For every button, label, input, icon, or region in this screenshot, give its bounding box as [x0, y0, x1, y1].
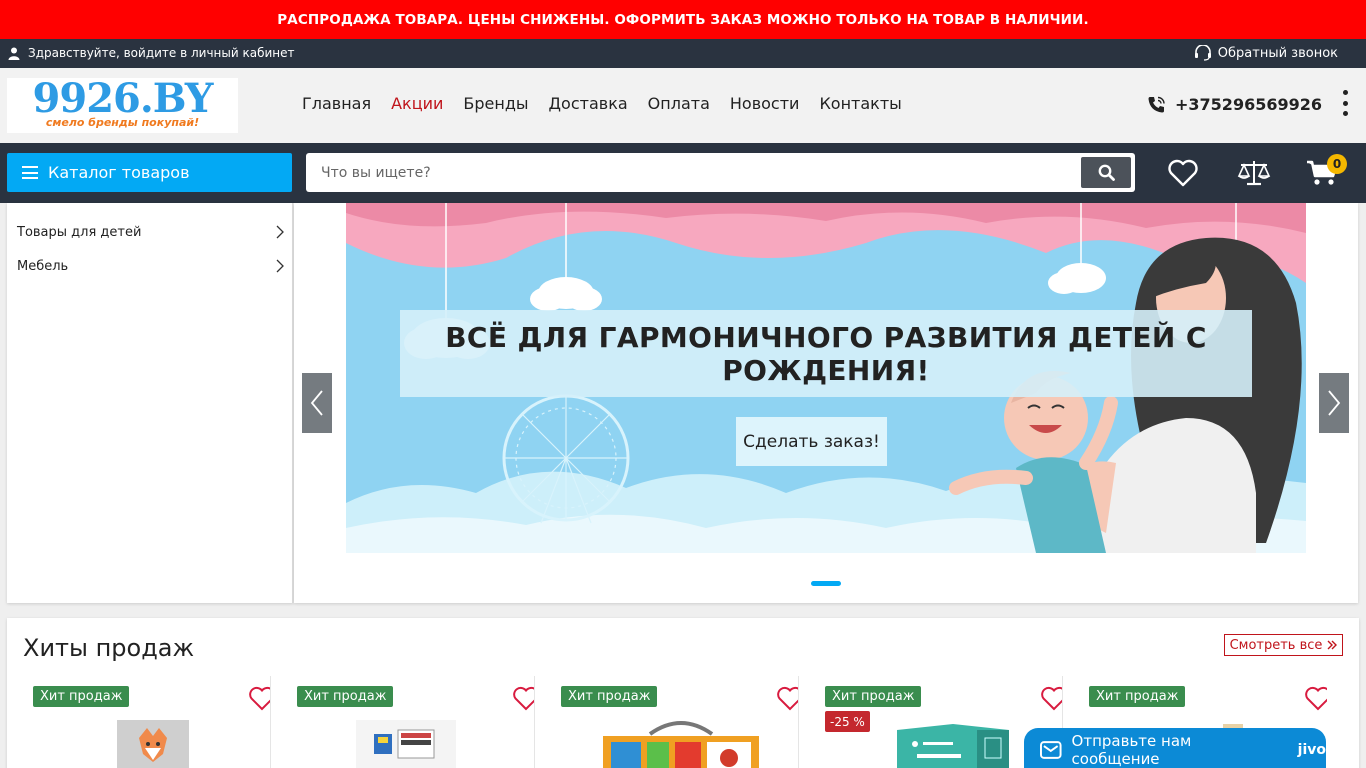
category-label: Товары для детей: [17, 224, 142, 240]
heart-icon[interactable]: [1040, 686, 1063, 712]
category-menu: Товары для детей Мебель: [7, 203, 293, 603]
more-menu-icon[interactable]: [1340, 90, 1350, 116]
order-button[interactable]: Сделать заказ!: [736, 417, 887, 466]
nav-promotions[interactable]: Акции: [391, 94, 443, 113]
phone-number: +375296569926: [1175, 95, 1322, 114]
login-link[interactable]: Здравствуйте, войдите в личный кабинет: [8, 46, 295, 60]
nav-home[interactable]: Главная: [302, 94, 371, 113]
scales-icon: [1237, 161, 1271, 186]
hit-badge: Хит продаж: [33, 686, 130, 707]
nav-news[interactable]: Новости: [730, 94, 800, 113]
nav-contacts[interactable]: Контакты: [819, 94, 901, 113]
catalog-button[interactable]: Каталог товаров: [7, 153, 292, 192]
hit-badge: Хит продаж: [1089, 686, 1186, 707]
discount-badge: -25 %: [825, 711, 870, 732]
cart-count-badge: 0: [1327, 154, 1347, 174]
login-text[interactable]: войдите в личный кабинет: [124, 46, 295, 60]
search-input[interactable]: [306, 153, 1076, 192]
greeting-text: Здравствуйте,: [28, 46, 120, 60]
mail-icon: [1040, 741, 1062, 759]
slider-prev-button[interactable]: [302, 373, 332, 433]
nav-brands[interactable]: Бренды: [463, 94, 528, 113]
user-icon: [8, 47, 20, 60]
slider-dot-active[interactable]: [811, 581, 841, 586]
hit-badge: Хит продаж: [825, 686, 922, 707]
phone-icon: [1148, 96, 1165, 112]
heart-icon: [1168, 159, 1198, 187]
double-chevron-right-icon: [1327, 640, 1338, 650]
chevron-right-icon: [276, 259, 284, 273]
chat-label: Отправьте нам сообщение: [1071, 732, 1192, 768]
chat-widget[interactable]: Отправьте нам сообщение jivo: [1024, 728, 1326, 768]
callback-link[interactable]: Обратный звонок: [1194, 45, 1338, 61]
top-bar: Здравствуйте, войдите в личный кабинет О…: [0, 39, 1366, 68]
promo-text: РАСПРОДАЖА ТОВАРА. ЦЕНЫ СНИЖЕНЫ. ОФОРМИТ…: [277, 11, 1089, 28]
callback-text: Обратный звонок: [1217, 45, 1338, 61]
chevron-left-icon: [310, 390, 323, 416]
hit-badge: Хит продаж: [561, 686, 658, 707]
chevron-right-icon: [276, 225, 284, 239]
headset-icon: [1194, 45, 1211, 61]
main-nav: Главная Акции Бренды Доставка Оплата Нов…: [302, 94, 902, 113]
favorites-button[interactable]: [1166, 157, 1200, 189]
category-item-furniture[interactable]: Мебель: [17, 254, 287, 278]
section-title: Хиты продаж: [23, 634, 195, 662]
search-box: [306, 153, 1135, 192]
slide-title: ВСЁ ДЛЯ ГАРМОНИЧНОГО РАЗВИТИЯ ДЕТЕЙ С РО…: [400, 310, 1252, 397]
logo-tagline: смело бренды покупай!: [45, 116, 200, 129]
product-image: [897, 724, 1009, 768]
see-all-link[interactable]: Смотреть все: [1224, 634, 1343, 656]
nav-payment[interactable]: Оплата: [648, 94, 710, 113]
chevron-right-icon: [1328, 390, 1341, 416]
category-item-kids[interactable]: Товары для детей: [17, 220, 287, 244]
hit-badge: Хит продаж: [297, 686, 394, 707]
heart-icon[interactable]: [248, 686, 271, 712]
logo-text: 9926.BY: [32, 75, 214, 122]
heart-icon[interactable]: [776, 686, 799, 712]
product-card[interactable]: Хит продаж: [535, 676, 799, 768]
product-image: [117, 720, 189, 768]
compare-button[interactable]: [1237, 157, 1271, 189]
hero-slider: ВСЁ ДЛЯ ГАРМОНИЧНОГО РАЗВИТИЯ ДЕТЕЙ С РО…: [294, 203, 1358, 603]
heart-icon[interactable]: [1304, 686, 1327, 712]
menu-icon: [22, 166, 38, 179]
slider-next-button[interactable]: [1319, 373, 1349, 433]
category-label: Мебель: [17, 258, 69, 274]
search-icon: [1098, 164, 1115, 181]
search-button[interactable]: [1081, 157, 1131, 188]
nav-delivery[interactable]: Доставка: [549, 94, 628, 113]
product-card[interactable]: Хит продаж: [7, 676, 271, 768]
chat-brand: jivo: [1297, 742, 1326, 758]
site-logo[interactable]: 9926.BY смело бренды покупай!: [7, 78, 238, 133]
see-all-label: Смотреть все: [1229, 637, 1323, 653]
product-image: [356, 720, 456, 768]
catalog-label: Каталог товаров: [48, 163, 190, 182]
promo-banner: РАСПРОДАЖА ТОВАРА. ЦЕНЫ СНИЖЕНЫ. ОФОРМИТ…: [0, 0, 1366, 39]
product-card[interactable]: Хит продаж: [271, 676, 535, 768]
phone-link[interactable]: +375296569926: [1147, 95, 1322, 114]
header: 9926.BY смело бренды покупай! Главная Ак…: [0, 68, 1366, 143]
product-image: [603, 721, 759, 768]
heart-icon[interactable]: [512, 686, 535, 712]
search-bar: Каталог товаров 0: [0, 143, 1366, 203]
